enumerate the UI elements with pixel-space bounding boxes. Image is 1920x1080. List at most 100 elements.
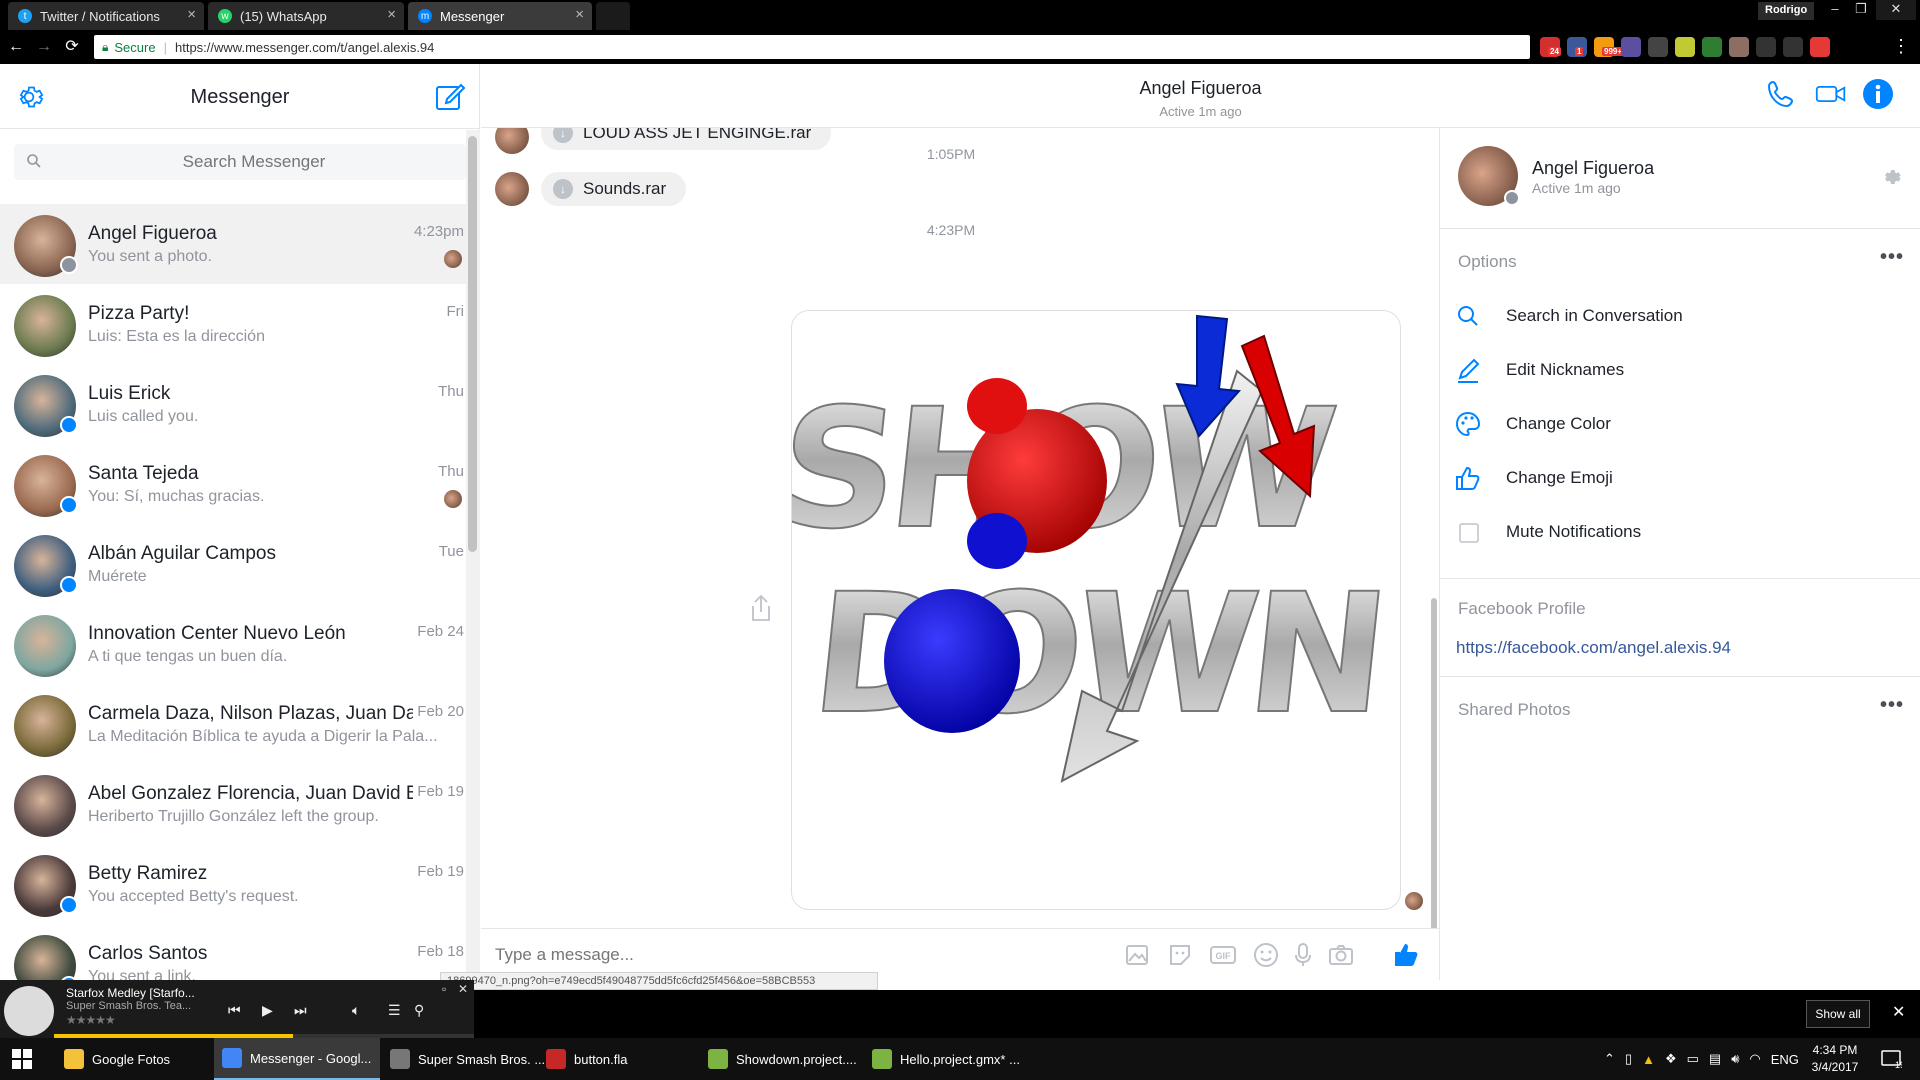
twitter-icon[interactable] [1756, 37, 1776, 57]
playlist-icon[interactable]: ☰ [388, 1002, 401, 1019]
scrollbar-thumb[interactable] [1431, 598, 1437, 930]
profile-button[interactable]: Rodrigo [1758, 2, 1815, 20]
close-download-bar-icon[interactable]: ✕ [1892, 1002, 1905, 1022]
track-artist: Super Smash Bros. Tea... [66, 1000, 192, 1012]
chat-scrollbar[interactable] [1429, 128, 1439, 930]
conversation-item[interactable]: Betty Ramirez You accepted Betty's reques… [0, 844, 466, 924]
next-track-icon[interactable]: ⏭ [294, 1002, 307, 1019]
phone-call-icon[interactable] [1765, 78, 1797, 110]
thumbs-up-icon[interactable] [1391, 939, 1421, 969]
search-input[interactable] [54, 144, 454, 180]
rss-icon[interactable]: 999+ [1594, 37, 1625, 57]
extension-icon[interactable] [1675, 37, 1695, 57]
file-attachment[interactable]: ↓ Sounds.rar [541, 172, 687, 206]
video-call-icon[interactable] [1815, 78, 1847, 110]
info-contact-name[interactable]: Angel Figueroa [1532, 158, 1654, 179]
show-all-downloads-button[interactable]: Show all [1806, 1000, 1870, 1028]
battery-icon[interactable]: ▯ [1625, 1051, 1632, 1067]
close-window-icon[interactable]: ✕ [1876, 0, 1916, 20]
facebook-icon[interactable]: 1 [1567, 37, 1587, 57]
shared-photos-more-icon[interactable]: ••• [1880, 694, 1904, 717]
taskbar-item[interactable]: Google Fotos [56, 1038, 206, 1080]
gif-icon[interactable]: GIF [1209, 941, 1237, 969]
search-box[interactable] [14, 144, 466, 180]
extension-icon[interactable] [1621, 37, 1641, 57]
option-edit-nicknames[interactable]: Edit Nicknames [1454, 350, 1894, 390]
taskbar-item[interactable]: Hello.project.gmx* ... [864, 1038, 1034, 1080]
clock[interactable]: 4:34 PM 3/4/2017 [1805, 1042, 1865, 1076]
taskbar-item[interactable]: Showdown.project.... [700, 1038, 870, 1080]
taskbar-item[interactable]: Super Smash Bros. ... [382, 1038, 548, 1080]
language-indicator[interactable]: ENG [1771, 1052, 1799, 1067]
conversation-item[interactable]: Santa Tejeda You: Sí, muchas gracias. Thu [0, 444, 466, 524]
options-more-icon[interactable]: ••• [1880, 246, 1904, 269]
scrollbar-thumb[interactable] [468, 136, 477, 552]
facebook-profile-link[interactable]: https://facebook.com/angel.alexis.94 [1456, 638, 1731, 658]
sticker-icon[interactable] [1166, 941, 1194, 969]
extension-icon[interactable] [1810, 37, 1830, 57]
extension-icon[interactable] [1729, 37, 1749, 57]
forward-icon[interactable]: → [34, 37, 54, 57]
tab-messenger[interactable]: m Messenger × [408, 2, 592, 30]
windows-start-icon[interactable] [12, 1049, 32, 1069]
chat-contact-name[interactable]: Angel Figueroa [481, 78, 1920, 99]
extension-icon[interactable] [1648, 37, 1668, 57]
option-search-in-conversation[interactable]: Search in Conversation [1454, 296, 1894, 336]
keyboard-icon[interactable]: ▭ [1687, 1051, 1699, 1067]
conversation-item[interactable]: Albán Aguilar Campos Muérete Tue [0, 524, 466, 604]
share-icon[interactable] [749, 594, 773, 622]
action-center-icon[interactable]: 19 [1880, 1048, 1902, 1070]
conversation-item[interactable]: Carlos Santos You sent a link. Feb 18 [0, 924, 466, 980]
conversation-item[interactable]: Pizza Party! Luis: Esta es la dirección Fr… [0, 284, 466, 364]
gear-icon[interactable] [1880, 166, 1902, 188]
image-icon[interactable] [1123, 941, 1151, 969]
message-input[interactable] [495, 941, 975, 969]
close-icon[interactable]: × [187, 6, 196, 23]
back-icon[interactable]: ← [6, 37, 26, 57]
close-icon[interactable]: × [575, 6, 584, 23]
conversation-item[interactable]: Luis Erick Luis called you. Thu [0, 364, 466, 444]
reload-icon[interactable]: ⟳ [62, 37, 82, 57]
track-rating[interactable]: ★★★★★ [66, 1013, 116, 1027]
search-icon[interactable]: ⚲ [414, 1002, 424, 1019]
conversation-item[interactable]: Abel Gonzalez Florencia, Juan David B...… [0, 764, 466, 844]
network-icon[interactable]: ▤ [1709, 1051, 1721, 1067]
option-change-color[interactable]: Change Color [1454, 404, 1894, 444]
emoji-icon[interactable] [1252, 941, 1280, 969]
restore-icon[interactable]: ❐ [1848, 0, 1874, 20]
info-icon[interactable] [1861, 77, 1895, 111]
option-change-emoji[interactable]: Change Emoji [1454, 458, 1894, 498]
extension-icon[interactable] [1783, 37, 1803, 57]
conversation-item[interactable]: Carmela Daza, Nilson Plazas, Juan Dav...… [0, 684, 466, 764]
dropbox-icon[interactable]: ❖ [1665, 1051, 1677, 1067]
sent-photo[interactable]: SHOW DOWN [791, 310, 1401, 910]
close-icon[interactable]: × [387, 6, 396, 23]
tab-whatsapp[interactable]: w (15) WhatsApp × [208, 2, 404, 30]
sidebar-scrollbar[interactable] [466, 130, 480, 980]
google-drive-icon[interactable]: ▲ [1642, 1052, 1655, 1067]
play-icon[interactable]: ▶ [262, 1002, 273, 1019]
taskbar-item[interactable]: button.fla [538, 1038, 698, 1080]
option-mute-notifications[interactable]: Mute Notifications [1454, 512, 1894, 552]
minimize-icon[interactable]: – [1822, 0, 1848, 20]
compose-icon[interactable] [434, 80, 466, 112]
checkbox-icon[interactable] [1454, 518, 1482, 546]
conversation-item[interactable]: Angel Figueroa You sent a photo. 4:23pm [0, 204, 466, 284]
chrome-menu-icon[interactable]: ⋮ [1892, 36, 1910, 57]
chevron-up-icon[interactable]: ⌃ [1604, 1051, 1615, 1067]
restore-icon[interactable]: ▫ [442, 982, 446, 996]
microphone-icon[interactable] [1289, 941, 1317, 969]
extension-icon[interactable] [1702, 37, 1722, 57]
gmail-icon[interactable]: 24 [1540, 37, 1561, 57]
omnibox[interactable]: 🔒︎ Secure | https://www.messenger.com/t/… [94, 35, 1530, 59]
tab-twitter[interactable]: t Twitter / Notifications × [8, 2, 204, 30]
wifi-icon[interactable]: ◠ [1749, 1051, 1760, 1067]
previous-track-icon[interactable]: ⏮ [228, 1002, 241, 1019]
camera-icon[interactable] [1327, 941, 1355, 969]
volume-icon[interactable]: 🔊︎ [1731, 1051, 1739, 1067]
new-tab-button[interactable] [596, 2, 630, 30]
close-icon[interactable]: ✕ [458, 982, 468, 996]
taskbar-item[interactable]: Messenger - Googl... [214, 1038, 380, 1080]
volume-icon[interactable]: 🔈︎ [352, 1002, 360, 1019]
conversation-item[interactable]: Innovation Center Nuevo León A ti que ten… [0, 604, 466, 684]
